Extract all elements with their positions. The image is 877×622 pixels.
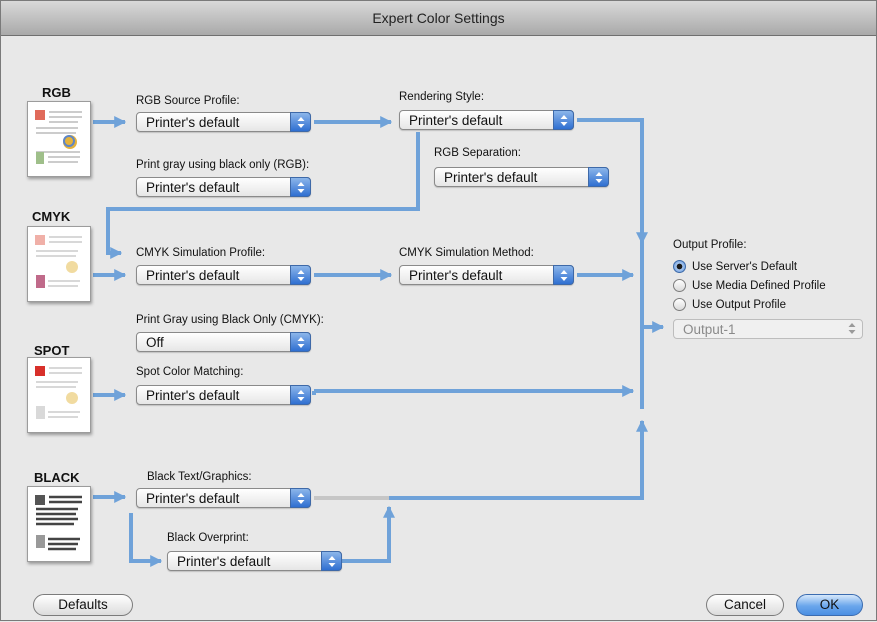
popup-arrows-icon xyxy=(290,488,311,508)
cmyk-simulation-profile-label: CMYK Simulation Profile: xyxy=(136,247,266,259)
black-document-icon xyxy=(27,486,91,562)
popup-arrows-icon xyxy=(842,319,863,339)
section-rgb-title: RGB xyxy=(42,85,71,100)
black-text-graphics-value: Printer's default xyxy=(146,491,240,506)
cmyk-simulation-profile-popup[interactable]: Printer's default xyxy=(136,265,311,285)
ok-button[interactable]: OK xyxy=(796,594,863,616)
black-overprint-value: Printer's default xyxy=(177,554,271,569)
section-cmyk-title: CMYK xyxy=(32,209,71,224)
cmyk-simulation-method-label: CMYK Simulation Method: xyxy=(399,247,534,259)
rgb-gray-popup[interactable]: Printer's default xyxy=(136,177,311,197)
black-text-graphics-popup[interactable]: Printer's default xyxy=(136,488,311,508)
defaults-button[interactable]: Defaults xyxy=(33,594,133,616)
spot-color-matching-popup[interactable]: Printer's default xyxy=(136,385,311,405)
radio-unselected-icon xyxy=(673,279,686,292)
output-profile-popup[interactable]: Output-1 xyxy=(673,319,863,339)
spot-color-matching-label: Spot Color Matching: xyxy=(136,366,244,378)
rgb-source-profile-label: RGB Source Profile: xyxy=(136,95,240,107)
arrow-overprint-up xyxy=(341,505,395,563)
expert-color-settings-dialog: Expert Color Settings RGB CMYK SPOT BLAC… xyxy=(0,0,877,621)
spot-document-icon xyxy=(27,357,91,433)
cmyk-gray-value: Off xyxy=(146,335,164,350)
popup-arrows-icon xyxy=(290,112,311,132)
radio-label: Use Server's Default xyxy=(692,261,798,273)
rgb-gray-value: Printer's default xyxy=(146,180,240,195)
black-overprint-label: Black Overprint: xyxy=(167,532,249,544)
cmyk-gray-popup[interactable]: Off xyxy=(136,332,311,352)
popup-arrows-icon xyxy=(290,177,311,197)
popup-arrows-icon xyxy=(588,167,609,187)
rgb-separation-label: RGB Separation: xyxy=(434,147,521,159)
radio-label: Use Output Profile xyxy=(692,299,786,311)
popup-arrows-icon xyxy=(290,385,311,405)
cmyk-simulation-method-popup[interactable]: Printer's default xyxy=(399,265,574,285)
rendering-style-label: Rendering Style: xyxy=(399,91,485,103)
arrow-spot-matching-to-output xyxy=(312,391,633,395)
rgb-document-icon xyxy=(27,101,91,177)
arrow-black-to-output xyxy=(389,419,648,500)
arrow-text-to-overprint xyxy=(129,513,163,567)
rgb-separation-popup[interactable]: Printer's default xyxy=(434,167,609,187)
output-profile-value: Output-1 xyxy=(683,322,736,337)
cmyk-simulation-profile-value: Printer's default xyxy=(146,268,240,283)
radio-unselected-icon xyxy=(673,298,686,311)
cmyk-document-icon xyxy=(27,226,91,302)
rgb-source-profile-value: Printer's default xyxy=(146,115,240,130)
output-profile-label: Output Profile: xyxy=(673,239,747,251)
black-overprint-popup[interactable]: Printer's default xyxy=(167,551,342,571)
cmyk-simulation-method-value: Printer's default xyxy=(409,268,503,283)
popup-arrows-icon xyxy=(290,265,311,285)
black-text-graphics-label: Black Text/Graphics: xyxy=(147,471,252,483)
rgb-gray-label: Print gray using black only (RGB): xyxy=(136,159,310,171)
popup-arrows-icon xyxy=(553,110,574,130)
radio-label: Use Media Defined Profile xyxy=(692,280,826,292)
section-black-title: BLACK xyxy=(34,470,80,485)
popup-arrows-icon xyxy=(553,265,574,285)
section-spot-title: SPOT xyxy=(34,343,70,358)
rgb-separation-value: Printer's default xyxy=(444,170,538,185)
rendering-style-value: Printer's default xyxy=(409,113,503,128)
spot-color-matching-value: Printer's default xyxy=(146,388,240,403)
rgb-source-profile-popup[interactable]: Printer's default xyxy=(136,112,311,132)
cancel-button[interactable]: Cancel xyxy=(706,594,784,616)
cmyk-gray-label: Print Gray using Black Only (CMYK): xyxy=(136,314,324,326)
rendering-style-popup[interactable]: Printer's default xyxy=(399,110,574,130)
radio-selected-icon xyxy=(673,260,686,273)
popup-arrows-icon xyxy=(321,551,342,571)
popup-arrows-icon xyxy=(290,332,311,352)
